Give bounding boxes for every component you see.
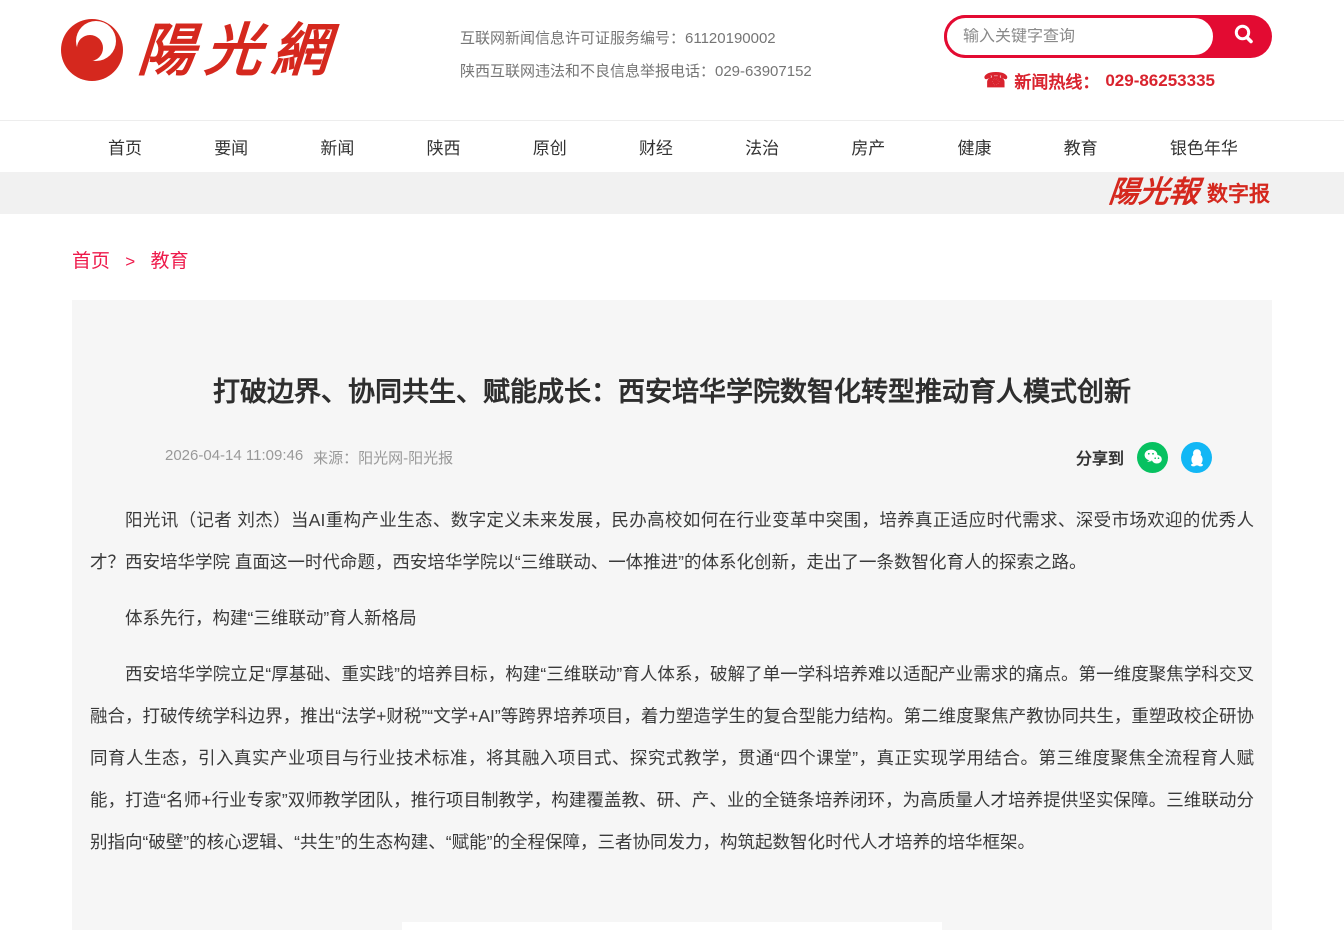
search-field: [944, 15, 1216, 58]
hotline-label: 新闻热线：: [1014, 68, 1099, 93]
breadcrumb-current[interactable]: 教育: [151, 251, 189, 272]
hotline-number: 029-86253335: [1105, 71, 1215, 91]
nav-item-education[interactable]: 教育: [1064, 134, 1098, 159]
article-title: 打破边界、协同共生、赋能成长：西安培华学院数智化转型推动育人模式创新: [130, 300, 1214, 418]
site-logo[interactable]: 陽光網: [56, 10, 339, 91]
magnifier-icon: [1231, 22, 1257, 51]
news-hotline: ☎ 新闻热线： 029-86253335: [983, 68, 1215, 93]
breadcrumb-home-link[interactable]: 首页: [72, 251, 110, 272]
article-subheading: 体系先行，构建“三维联动”育人新格局: [90, 597, 1254, 639]
breadcrumb: 首页 > 教育: [0, 214, 1344, 300]
paper-logo-text[interactable]: 陽光報: [1107, 178, 1200, 208]
nav-item-law[interactable]: 法治: [745, 134, 779, 159]
digital-paper-link[interactable]: 数字报: [1207, 178, 1270, 208]
article-meta-row: 2026-04-14 11:09:46 来源：阳光网-阳光报 分享到: [165, 442, 1212, 473]
nav-item-home[interactable]: 首页: [108, 134, 142, 159]
wechat-share-icon[interactable]: [1137, 442, 1168, 473]
nav-item-finance[interactable]: 财经: [639, 134, 673, 159]
nav-item-news[interactable]: 新闻: [320, 134, 354, 159]
nav-item-realestate[interactable]: 房产: [851, 134, 885, 159]
license-line-1: 互联网新闻信息许可证服务编号：61120190002: [460, 22, 812, 55]
digital-paper-band: 陽光報 数字报: [0, 172, 1344, 214]
article-datetime: 2026-04-14 11:09:46: [165, 447, 303, 468]
article-paragraph: 西安培华学院立足“厚基础、重实践”的培养目标，构建“三维联动”育人体系，破解了单…: [90, 653, 1254, 863]
search-bar: [944, 15, 1272, 58]
site-logo-text: 陽光網: [136, 22, 341, 79]
nav-item-silver-age[interactable]: 银色年华: [1170, 134, 1238, 159]
qq-share-icon[interactable]: [1181, 442, 1212, 473]
share-bar: 分享到: [1076, 442, 1212, 473]
search-input[interactable]: [947, 28, 1213, 46]
article-paragraph: 阳光讯（记者 刘杰）当AI重构产业生态、数字定义未来发展，民办高校如何在行业变革…: [90, 499, 1254, 583]
nav-item-health[interactable]: 健康: [958, 134, 992, 159]
site-header: 陽光網 互联网新闻信息许可证服务编号：61120190002 陕西互联网违法和不…: [0, 0, 1344, 120]
sun-logo-icon: [56, 10, 128, 91]
embedded-image-top: [402, 922, 942, 930]
license-info: 互联网新闻信息许可证服务编号：61120190002 陕西互联网违法和不良信息举…: [460, 22, 812, 88]
search-button[interactable]: [1216, 15, 1272, 58]
nav-item-shaanxi[interactable]: 陕西: [427, 134, 461, 159]
article-card: 打破边界、协同共生、赋能成长：西安培华学院数智化转型推动育人模式创新 2026-…: [72, 300, 1272, 930]
article-source: 来源：阳光网-阳光报: [313, 447, 453, 468]
main-nav: 首页 要闻 新闻 陕西 原创 财经 法治 房产 健康 教育 银色年华: [0, 120, 1344, 172]
article-body: 阳光讯（记者 刘杰）当AI重构产业生态、数字定义未来发展，民办高校如何在行业变革…: [90, 499, 1254, 863]
breadcrumb-separator: >: [125, 252, 135, 271]
share-label: 分享到: [1076, 445, 1124, 469]
license-line-2: 陕西互联网违法和不良信息举报电话：029-63907152: [460, 55, 812, 88]
phone-icon: ☎: [983, 71, 1008, 91]
article-meta: 2026-04-14 11:09:46 来源：阳光网-阳光报: [165, 447, 453, 468]
nav-item-top-news[interactable]: 要闻: [214, 134, 248, 159]
nav-item-original[interactable]: 原创: [533, 134, 567, 159]
